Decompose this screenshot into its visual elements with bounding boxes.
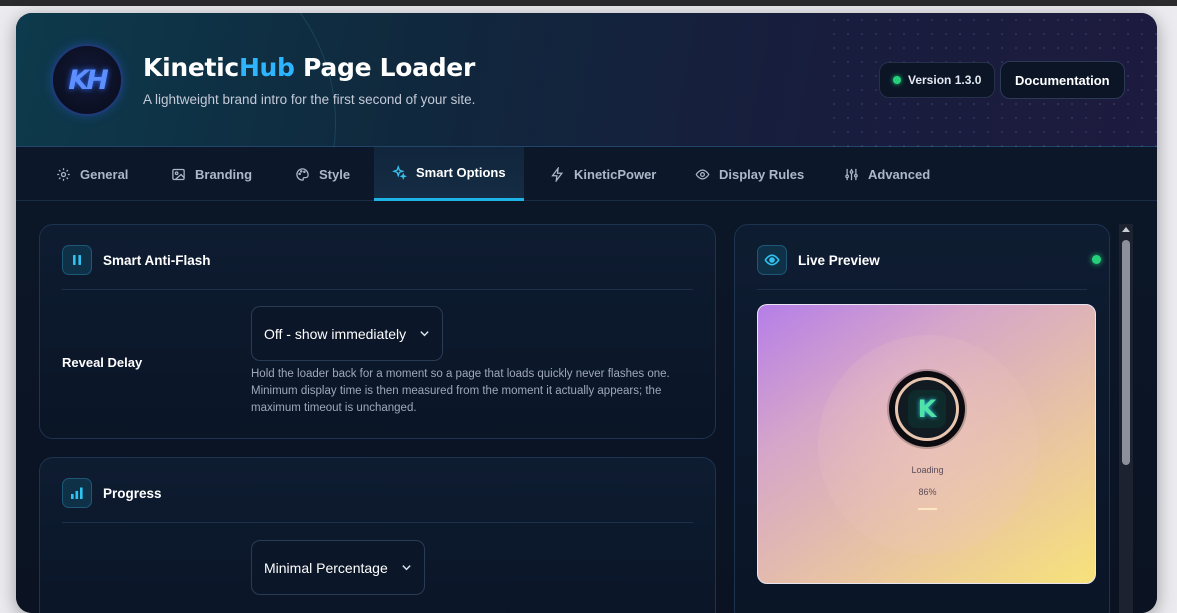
card-divider	[62, 522, 693, 523]
reveal-delay-label: Reveal Delay	[62, 355, 143, 370]
reveal-delay-description: Hold the loader back for a moment so a p…	[251, 368, 670, 414]
sliders-icon	[845, 168, 858, 180]
tab-display-rules[interactable]: Display Rules	[677, 147, 822, 201]
tab-label: KineticPower	[574, 166, 657, 182]
status-dot-icon	[893, 76, 901, 84]
tab-label: Style	[319, 166, 351, 182]
bar-chart-icon	[62, 478, 92, 508]
live-status-dot-icon	[1092, 255, 1101, 264]
loader-logo-ring: K	[889, 371, 965, 447]
main-content: Smart Anti-Flash Reveal Delay Off - show…	[16, 201, 1157, 613]
loader-logo-inner: K	[895, 377, 959, 441]
card-header: Progress	[62, 478, 162, 508]
loading-label: Loading	[911, 465, 944, 475]
sparkles-icon	[392, 165, 407, 180]
tab-label: General	[80, 166, 129, 182]
title-brand-accent: Hub	[238, 53, 295, 82]
select-value: Off - show immediately	[264, 325, 407, 342]
progress-bar	[918, 508, 937, 510]
chevron-down-icon	[402, 565, 411, 571]
palette-icon	[296, 167, 309, 181]
brand-logo-monogram: KH	[68, 64, 108, 96]
card-title: Smart Anti-Flash	[103, 252, 211, 268]
progress-percent-label: 86%	[918, 487, 937, 497]
card-header: Smart Anti-Flash	[62, 245, 211, 275]
tab-style[interactable]: Style	[277, 147, 368, 201]
brand-logo: KH	[51, 44, 123, 116]
version-label: Version 1.3.0	[908, 73, 982, 87]
scrollbar-thumb[interactable]	[1122, 240, 1130, 465]
reveal-delay-select[interactable]: Off - show immediately	[251, 306, 444, 361]
live-preview-panel: Live Preview K Loading 86%	[734, 224, 1110, 613]
header: KH KineticHub Page Loader A lightweight …	[16, 13, 1157, 313]
documentation-button[interactable]: Documentation	[1000, 61, 1125, 99]
tab-label: Branding	[195, 166, 253, 182]
tab-label: Advanced	[868, 166, 931, 182]
plugin-settings-app: KH KineticHub Page Loader A lightweight …	[16, 13, 1157, 613]
version-badge: Version 1.3.0	[879, 62, 996, 98]
card-title: Progress	[103, 485, 162, 501]
eye-icon	[757, 245, 787, 275]
progress-style-select[interactable]: Minimal Percentage	[251, 540, 425, 595]
tab-smart-options[interactable]: Smart Options	[374, 147, 524, 201]
progress-card: Progress Minimal Percentage	[39, 457, 716, 613]
title-product: Page Loader	[294, 53, 475, 82]
chevron-down-icon	[420, 331, 429, 337]
tab-general[interactable]: General	[38, 147, 146, 201]
tab-kineticpower[interactable]: KineticPower	[532, 147, 674, 201]
card-title: Live Preview	[798, 252, 880, 268]
pause-icon	[62, 245, 92, 275]
page-subtitle: A lightweight brand intro for the first …	[143, 92, 476, 107]
tab-advanced[interactable]: Advanced	[826, 147, 948, 201]
card-divider	[62, 289, 693, 290]
gear-icon	[57, 167, 70, 181]
image-icon	[172, 168, 185, 180]
loader-logo-k-icon: K	[908, 390, 946, 428]
preview-canvas: K Loading 86%	[757, 304, 1096, 584]
tab-bar: General Branding Style Smart Options Kin…	[16, 147, 1157, 201]
tab-label: Display Rules	[719, 166, 805, 182]
card-header: Live Preview	[757, 245, 880, 275]
scrollbar[interactable]	[1119, 224, 1133, 613]
smart-anti-flash-card: Smart Anti-Flash Reveal Delay Off - show…	[39, 224, 716, 439]
browser-top-strip	[0, 0, 1177, 6]
eye-icon	[695, 168, 710, 180]
scroll-up-arrow-icon[interactable]	[1122, 227, 1130, 232]
tab-branding[interactable]: Branding	[153, 147, 270, 201]
select-value: Minimal Percentage	[264, 559, 388, 576]
card-divider	[757, 289, 1087, 290]
page-title: KineticHub Page Loader	[143, 53, 475, 82]
lightning-icon	[551, 166, 564, 182]
title-brand: Kinetic	[143, 53, 239, 82]
tab-label: Smart Options	[416, 165, 506, 180]
